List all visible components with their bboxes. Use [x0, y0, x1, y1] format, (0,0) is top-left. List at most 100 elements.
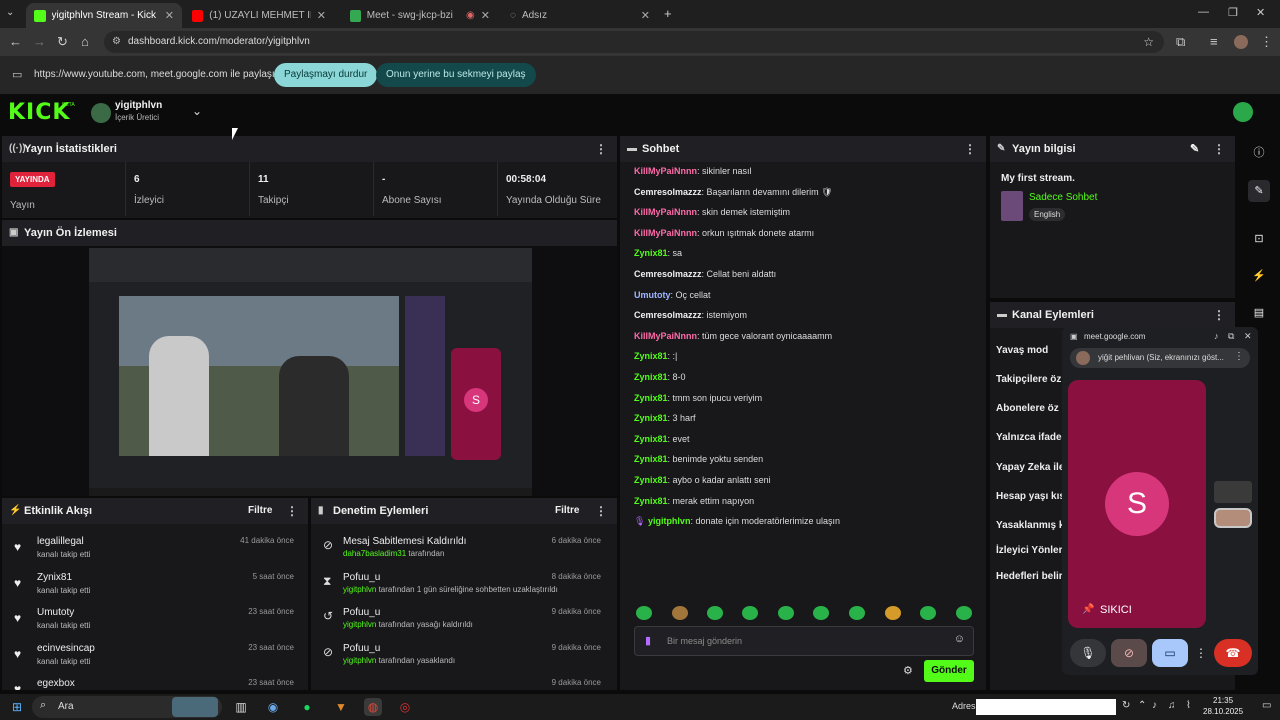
pin-icon[interactable]: 📌 — [1082, 604, 1094, 615]
menu-icon[interactable]: ⋮ — [1260, 34, 1273, 50]
chevron-down-icon[interactable]: ⌄ — [192, 104, 202, 118]
clock-time[interactable]: 21:35 — [1213, 696, 1233, 705]
tab-list-icon[interactable]: ⌄ — [6, 7, 14, 18]
send-button[interactable]: Gönder — [924, 660, 974, 682]
task-view-icon[interactable]: ▥ — [232, 698, 250, 716]
tab-meet[interactable]: Meet - swg-jkcp-bzi ◉ ✕ — [342, 3, 498, 28]
chat-message[interactable]: Cemresolmazzz: istemiyom — [634, 310, 747, 320]
site-info-icon[interactable]: ⚙ — [112, 31, 121, 53]
chrome-icon[interactable]: ◍ — [364, 698, 382, 716]
minimize-button[interactable]: — — [1198, 6, 1209, 18]
maximize-button[interactable]: ❐ — [1228, 6, 1238, 19]
chat-message[interactable]: Zynix81: 8-0 — [634, 372, 686, 382]
emote-icon[interactable] — [778, 606, 794, 620]
user-avatar[interactable] — [91, 103, 111, 123]
chat-username[interactable]: Zynix81 — [634, 434, 668, 444]
ai-moderation-toggle[interactable]: Yapay Zeka ile — [996, 462, 1064, 473]
more-options-icon[interactable]: ⋮ — [1213, 136, 1225, 162]
emote-icon[interactable] — [672, 606, 688, 620]
leave-call-button[interactable]: ☎ — [1214, 639, 1252, 667]
chat-message[interactable]: Zynix81: merak ettim napıyon — [634, 496, 754, 506]
chat-message[interactable]: Zynix81: tmm son ipucu veriyim — [634, 393, 762, 403]
chat-message[interactable]: KillMyPaiNnnn: sikinler nasıl — [634, 166, 752, 176]
emote-icon[interactable] — [885, 606, 901, 620]
emote-icon[interactable] — [920, 606, 936, 620]
stream-preview-video[interactable]: S — [89, 248, 532, 496]
stream-category[interactable]: Sadece Sohbet — [1029, 192, 1097, 203]
chat-username[interactable]: Zynix81 — [634, 372, 668, 382]
emote-icon[interactable] — [813, 606, 829, 620]
tray-chevron-icon[interactable]: ⌃ — [1138, 700, 1146, 711]
chat-message[interactable]: Zynix81: aybo o kadar anlattı seni — [634, 475, 771, 485]
chat-message[interactable]: Cemresolmazzz: Cellat beni aldattı — [634, 269, 776, 279]
close-tab-icon[interactable]: ✕ — [641, 9, 650, 22]
present-screen-button[interactable]: ▭ — [1152, 639, 1188, 667]
emote-icon[interactable] — [956, 606, 972, 620]
chat-username[interactable]: Zynix81 — [634, 454, 668, 464]
taskbar-search[interactable]: ⌕ Ara — [32, 696, 222, 718]
obs-icon[interactable]: ◎ — [396, 698, 414, 716]
chat-username[interactable]: KillMyPaiNnnn — [634, 331, 697, 341]
go-icon[interactable]: ↻ — [1122, 700, 1130, 711]
activity-filter-button[interactable]: Filtre — [248, 498, 272, 524]
chat-username[interactable]: Zynix81 — [634, 393, 668, 403]
more-options-icon[interactable]: ⋮ — [286, 498, 298, 524]
edit-icon[interactable]: ✎ — [1190, 136, 1199, 162]
microphone-button[interactable]: 🎙 — [1070, 639, 1106, 667]
participant-tile[interactable]: S 📌 SIKICI — [1068, 380, 1206, 628]
tab-youtube[interactable]: (1) UZAYLI MEHMET İLE SO ✕ — [184, 3, 334, 28]
chat-username[interactable]: Zynix81 — [634, 496, 668, 506]
home-icon[interactable]: ⌂ — [81, 34, 89, 49]
moderation-item[interactable]: ⧗ Pofuu_u yigitphlvn tarafından 1 gün sü… — [311, 572, 611, 608]
activity-item[interactable]: ♥ Umutoty kanalı takip etti 23 saat önce — [2, 607, 302, 643]
bookmark-star-icon[interactable]: ☆ — [1143, 31, 1154, 53]
address-toolbar-input[interactable] — [976, 699, 1116, 715]
close-pip-icon[interactable]: ✕ — [1244, 331, 1252, 342]
share-this-tab-button[interactable]: Onun yerine bu sekmeyi paylaş — [376, 63, 536, 87]
emoji-picker-icon[interactable]: ☺ — [954, 633, 965, 645]
moderation-filter-button[interactable]: Filtre — [555, 498, 579, 524]
chat-message[interactable]: Zynix81: sa — [634, 248, 682, 258]
info-icon[interactable]: ⓘ — [1248, 142, 1270, 164]
media-icon[interactable]: ≡ — [1210, 34, 1218, 49]
chat-username[interactable]: Cemresolmazzz — [634, 310, 702, 320]
spotify-icon[interactable]: ● — [298, 698, 316, 716]
moderation-item[interactable]: ↺ Pofuu_u yigitphlvn tarafından yasağı k… — [311, 607, 611, 643]
account-age-toggle[interactable]: Hesap yaşı kıs — [996, 491, 1065, 502]
activity-item[interactable]: ♥ egexbox 23 saat önce — [2, 678, 302, 690]
stop-sharing-button[interactable]: Paylaşmayı durdur — [274, 63, 378, 87]
more-options-icon[interactable]: ⋮ — [595, 498, 607, 524]
emote-icon[interactable] — [742, 606, 758, 620]
moderation-item[interactable]: 9 dakika önce — [311, 678, 611, 690]
chat-username[interactable]: Zynix81 — [634, 248, 668, 258]
chat-username[interactable]: yigitphlvn — [648, 516, 691, 526]
slow-mode-toggle[interactable]: Yavaş mod — [996, 345, 1048, 356]
return-to-tab-icon[interactable]: ⧉ — [1228, 331, 1234, 342]
chat-message[interactable]: KillMyPaiNnnn: tüm gece valorant oynicaa… — [634, 331, 832, 341]
profile-avatar[interactable] — [1234, 35, 1248, 49]
subscribers-only-toggle[interactable]: Abonelere öz — [996, 403, 1059, 414]
set-goals-item[interactable]: Hedefleri belir — [996, 571, 1063, 582]
emote-icon[interactable] — [849, 606, 865, 620]
banned-words-item[interactable]: Yasaklanmış k — [996, 520, 1064, 531]
chat-username[interactable]: Zynix81 — [634, 413, 668, 423]
chat-username[interactable]: Zynix81 — [634, 351, 668, 361]
document-icon[interactable]: ▤ — [1248, 302, 1270, 324]
chat-settings-icon[interactable]: ⚙ — [903, 664, 913, 677]
viewer-management-item[interactable]: İzleyici Yönler — [996, 545, 1063, 556]
microphone-tray-icon[interactable]: ♪ — [1152, 700, 1157, 711]
activity-item[interactable]: ♥ Zynix81 kanalı takip etti 5 saat önce — [2, 572, 302, 608]
chat-message[interactable]: 🎙 yigitphlvn: donate için moderatörlerim… — [634, 516, 840, 527]
reload-icon[interactable]: ↻ — [57, 34, 68, 50]
emote-icon[interactable] — [636, 606, 652, 620]
followers-only-toggle[interactable]: Takipçilere öz — [996, 374, 1061, 385]
chat-message[interactable]: KillMyPaiNnnn: skin demek istemiştim — [634, 207, 790, 217]
lightning-icon[interactable]: ⚡ — [1248, 265, 1270, 287]
more-options-icon[interactable]: ⋮ — [964, 136, 976, 162]
mic-icon[interactable]: ♪ — [1214, 331, 1219, 341]
chat-username[interactable]: Cemresolmazzz — [634, 269, 702, 279]
emote-only-toggle[interactable]: Yalnızca ifade — [996, 432, 1062, 443]
chat-username[interactable]: KillMyPaiNnnn — [634, 166, 697, 176]
chat-message[interactable]: Zynix81: evet — [634, 434, 690, 444]
profile-globe-icon[interactable] — [1233, 102, 1253, 122]
